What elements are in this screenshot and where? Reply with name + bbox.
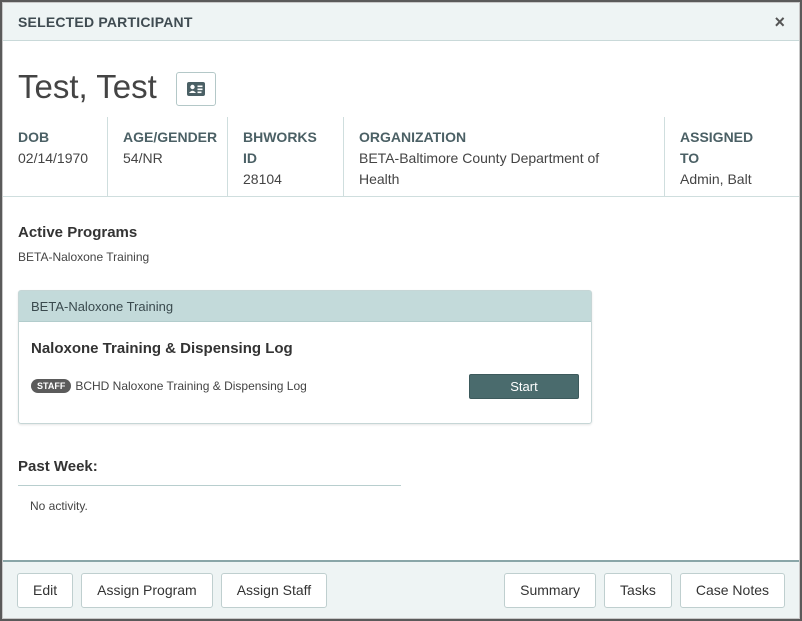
footer-right-actions: Summary Tasks Case Notes	[504, 572, 785, 608]
participant-name: Test, Test	[18, 68, 157, 105]
bhworks-id-value: 28104	[243, 171, 282, 187]
organization-column: ORGANIZATION BETA-Baltimore County Depar…	[344, 117, 665, 196]
form-row-info: STAFF BCHD Naloxone Training & Dispensin…	[31, 378, 307, 393]
active-programs-title: Active Programs	[18, 224, 138, 241]
modal-title: SELECTED PARTICIPANT	[18, 13, 193, 30]
edit-button[interactable]: Edit	[17, 572, 74, 608]
id-card-icon	[186, 82, 205, 96]
organization-value-line1: BETA-Baltimore County Department of	[359, 150, 600, 166]
bhworks-id-label-line2: ID	[243, 150, 257, 166]
dob-value: 02/14/1970	[18, 150, 89, 166]
modal-body: Active Programs BETA-Naloxone Training B…	[3, 224, 799, 513]
start-button[interactable]: Start	[469, 374, 579, 399]
form-name: BCHD Naloxone Training & Dispensing Log	[75, 378, 307, 393]
form-row: STAFF BCHD Naloxone Training & Dispensin…	[31, 372, 579, 399]
bhworks-id-column: BHWORKS ID 28104	[228, 117, 344, 196]
case-notes-button[interactable]: Case Notes	[679, 572, 785, 608]
summary-button[interactable]: Summary	[504, 572, 597, 608]
assigned-to-value: Admin, Balt	[680, 171, 752, 187]
staff-badge: STAFF	[31, 378, 72, 393]
selected-participant-modal: SELECTED PARTICIPANT × Test, Test DOB 02…	[2, 2, 800, 619]
modal-footer: Edit Assign Program Assign Staff Summary…	[3, 560, 799, 618]
modal-header: SELECTED PARTICIPANT ×	[3, 3, 799, 41]
tasks-button[interactable]: Tasks	[604, 572, 672, 608]
dob-label: DOB	[18, 129, 50, 145]
past-week-divider	[18, 485, 401, 486]
organization-label: ORGANIZATION	[359, 129, 467, 145]
age-gender-label: AGE/GENDER	[123, 129, 218, 145]
assign-staff-button[interactable]: Assign Staff	[220, 572, 328, 608]
id-card-button[interactable]	[175, 72, 216, 106]
participant-header: Test, Test	[3, 41, 799, 117]
bhworks-id-label-line1: BHWORKS	[243, 129, 317, 145]
program-panel-header: BETA-Naloxone Training	[19, 291, 591, 322]
participant-info-row: DOB 02/14/1970 AGE/GENDER 54/NR BHWORKS …	[3, 117, 799, 197]
age-gender-column: AGE/GENDER 54/NR	[108, 117, 228, 196]
close-icon[interactable]: ×	[774, 13, 785, 31]
age-gender-value: 54/NR	[123, 150, 163, 166]
footer-left-actions: Edit Assign Program Assign Staff	[17, 572, 328, 608]
assigned-to-label-line1: ASSIGNED	[680, 129, 754, 145]
program-panel: BETA-Naloxone Training Naloxone Training…	[18, 290, 592, 424]
organization-value-line2: Health	[359, 171, 400, 187]
assign-program-button[interactable]: Assign Program	[81, 572, 213, 608]
program-panel-body: Naloxone Training & Dispensing Log STAFF…	[19, 322, 591, 423]
past-week-empty-text: No activity.	[30, 499, 88, 513]
active-program-item: BETA-Naloxone Training	[18, 250, 150, 264]
assigned-to-column: ASSIGNED TO Admin, Balt	[665, 117, 775, 196]
dob-column: DOB 02/14/1970	[18, 117, 108, 196]
past-week-title: Past Week:	[18, 458, 98, 475]
form-title: Naloxone Training & Dispensing Log	[31, 340, 293, 357]
assigned-to-label-line2: TO	[680, 150, 700, 166]
